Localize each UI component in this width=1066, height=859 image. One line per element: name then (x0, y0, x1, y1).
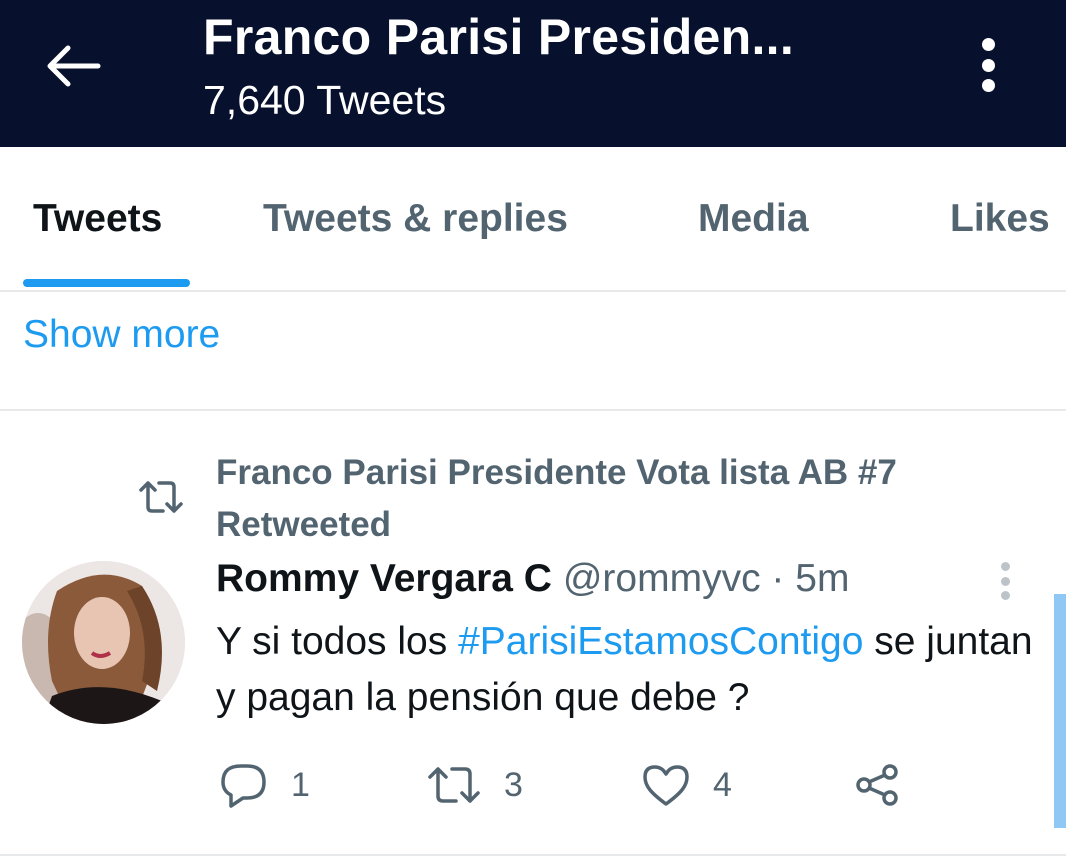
retweet-action-icon (428, 767, 480, 803)
reply-button[interactable]: 1 (219, 762, 310, 808)
more-vertical-icon[interactable] (970, 34, 1006, 96)
like-button[interactable]: 4 (641, 762, 732, 808)
profile-title: Franco Parisi Presiden... (203, 9, 795, 65)
profile-header: Franco Parisi Presiden... 7,640 Tweets (0, 0, 1066, 147)
tweet-header: Rommy Vergara C @rommyvc · 5m (216, 557, 849, 601)
kebab-dot (1000, 562, 1010, 571)
tab-media[interactable]: Media (698, 197, 809, 241)
retweeted-by-name[interactable]: Franco Parisi Presidente Vota lista AB #… (216, 453, 897, 493)
kebab-dot (1000, 591, 1010, 600)
kebab-dot (981, 79, 995, 92)
tab-likes[interactable]: Likes (950, 197, 1050, 241)
retweeted-label: Retweeted (216, 505, 392, 544)
tweet-text: Y si todos los #ParisiEstamosContigo se … (216, 614, 1046, 726)
section-divider (0, 409, 1066, 411)
meta-separator: · (771, 557, 785, 600)
like-count: 4 (713, 765, 732, 804)
back-arrow-icon[interactable] (40, 40, 104, 92)
tab-tweets-and-replies[interactable]: Tweets & replies (263, 197, 568, 241)
active-tab-indicator (23, 279, 190, 287)
reply-icon (221, 764, 266, 808)
scrollbar-thumb[interactable] (1054, 594, 1066, 828)
hashtag-link[interactable]: #ParisiEstamosContigo (458, 620, 863, 663)
tabs-divider (0, 290, 1066, 292)
author-name[interactable]: Rommy Vergara C (216, 557, 552, 600)
bottom-divider (0, 854, 1066, 856)
kebab-dot (1000, 576, 1010, 586)
retweet-count: 3 (504, 765, 523, 804)
heart-icon (643, 765, 689, 806)
reply-count: 1 (291, 765, 310, 804)
kebab-dot (981, 58, 995, 72)
tweet-time[interactable]: 5m (795, 557, 849, 600)
tweet-count: 7,640 Tweets (203, 77, 447, 123)
avatar[interactable] (22, 561, 185, 724)
retweet-icon (137, 478, 185, 516)
show-more-link[interactable]: Show more (23, 313, 220, 357)
retweet-button[interactable]: 3 (426, 762, 523, 808)
kebab-dot (981, 38, 995, 51)
share-icon (856, 764, 898, 806)
tweet-text-before: Y si todos los (216, 620, 459, 663)
tab-tweets[interactable]: Tweets (33, 197, 162, 241)
author-handle[interactable]: @rommyvc (563, 557, 761, 600)
profile-tabs: Tweets Tweets & replies Media Likes (0, 147, 1066, 291)
share-button[interactable] (854, 762, 902, 808)
tweet-more-icon[interactable] (995, 560, 1015, 602)
